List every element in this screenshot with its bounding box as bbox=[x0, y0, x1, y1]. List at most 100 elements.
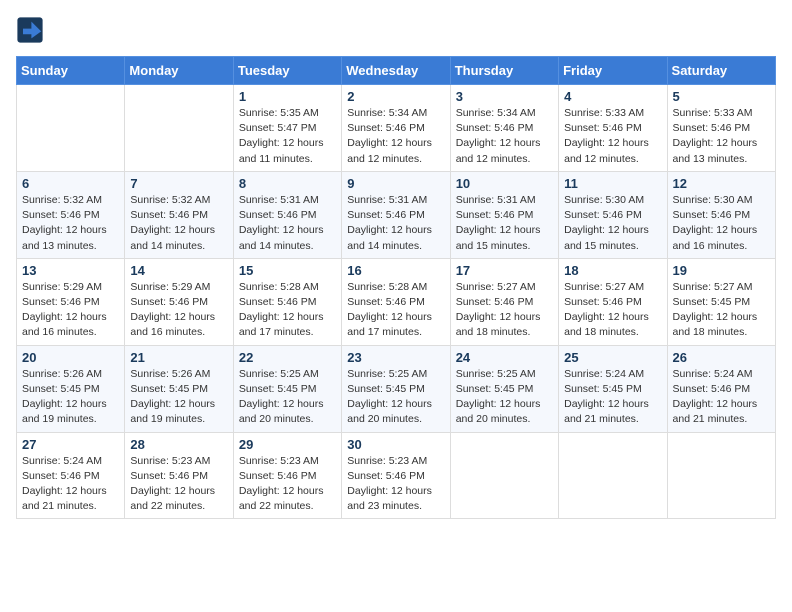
day-number: 22 bbox=[239, 350, 336, 365]
calendar-cell: 14Sunrise: 5:29 AM Sunset: 5:46 PM Dayli… bbox=[125, 258, 233, 345]
cell-info: Sunrise: 5:27 AM Sunset: 5:45 PM Dayligh… bbox=[673, 280, 770, 341]
day-number: 17 bbox=[456, 263, 553, 278]
calendar-cell: 29Sunrise: 5:23 AM Sunset: 5:46 PM Dayli… bbox=[233, 432, 341, 519]
header bbox=[16, 16, 776, 44]
calendar-cell: 27 Sunrise: 5:24 AM Sunset: 5:46 PM Dayli… bbox=[17, 432, 125, 519]
calendar-cell: 28 Sunrise: 5:23 AM Sunset: 5:46 PM Dayli… bbox=[125, 432, 233, 519]
calendar-cell: 11 Sunrise: 5:30 AM Sunset: 5:46 PM Dayli… bbox=[559, 171, 667, 258]
day-number: 5 bbox=[673, 89, 770, 104]
day-number: 6 bbox=[22, 176, 119, 191]
cell-info: Sunrise: 5:31 AM Sunset: 5:46 PM Dayligh… bbox=[239, 193, 336, 254]
day-number: 16 bbox=[347, 263, 444, 278]
cell-info: Sunrise: 5:24 AM Sunset: 5:46 PM Dayligh… bbox=[22, 454, 119, 515]
cell-info: Sunrise: 5:24 AM Sunset: 5:45 PM Dayligh… bbox=[564, 367, 661, 428]
calendar-cell: 20 Sunrise: 5:26 AM Sunset: 5:45 PM Dayli… bbox=[17, 345, 125, 432]
weekday-header-monday: Monday bbox=[125, 57, 233, 85]
week-row-1: 1 Sunrise: 5:35 AM Sunset: 5:47 PM Daylig… bbox=[17, 85, 776, 172]
calendar-cell bbox=[559, 432, 667, 519]
cell-info: Sunrise: 5:24 AM Sunset: 5:46 PM Dayligh… bbox=[673, 367, 770, 428]
day-number: 9 bbox=[347, 176, 444, 191]
cell-info: Sunrise: 5:25 AM Sunset: 5:45 PM Dayligh… bbox=[456, 367, 553, 428]
day-number: 19 bbox=[673, 263, 770, 278]
calendar: SundayMondayTuesdayWednesdayThursdayFrid… bbox=[16, 56, 776, 519]
calendar-cell: 26 Sunrise: 5:24 AM Sunset: 5:46 PM Dayli… bbox=[667, 345, 775, 432]
calendar-cell: 13 Sunrise: 5:29 AM Sunset: 5:46 PM Dayli… bbox=[17, 258, 125, 345]
cell-info: Sunrise: 5:34 AM Sunset: 5:46 PM Dayligh… bbox=[347, 106, 444, 167]
cell-info: Sunrise: 5:30 AM Sunset: 5:46 PM Dayligh… bbox=[673, 193, 770, 254]
calendar-cell: 6 Sunrise: 5:32 AM Sunset: 5:46 PM Daylig… bbox=[17, 171, 125, 258]
day-number: 11 bbox=[564, 176, 661, 191]
cell-info: Sunrise: 5:29 AM Sunset: 5:46 PM Dayligh… bbox=[130, 280, 227, 341]
weekday-header-friday: Friday bbox=[559, 57, 667, 85]
cell-info: Sunrise: 5:30 AM Sunset: 5:46 PM Dayligh… bbox=[564, 193, 661, 254]
cell-info: Sunrise: 5:32 AM Sunset: 5:46 PM Dayligh… bbox=[130, 193, 227, 254]
week-row-5: 27 Sunrise: 5:24 AM Sunset: 5:46 PM Dayli… bbox=[17, 432, 776, 519]
calendar-cell bbox=[17, 85, 125, 172]
cell-info: Sunrise: 5:34 AM Sunset: 5:46 PM Dayligh… bbox=[456, 106, 553, 167]
calendar-cell: 5 Sunrise: 5:33 AM Sunset: 5:46 PM Daylig… bbox=[667, 85, 775, 172]
day-number: 15 bbox=[239, 263, 336, 278]
weekday-header-sunday: Sunday bbox=[17, 57, 125, 85]
day-number: 24 bbox=[456, 350, 553, 365]
calendar-cell bbox=[667, 432, 775, 519]
calendar-cell: 19 Sunrise: 5:27 AM Sunset: 5:45 PM Dayli… bbox=[667, 258, 775, 345]
day-number: 8 bbox=[239, 176, 336, 191]
calendar-cell bbox=[450, 432, 558, 519]
logo-icon bbox=[16, 16, 44, 44]
day-number: 26 bbox=[673, 350, 770, 365]
week-row-3: 13 Sunrise: 5:29 AM Sunset: 5:46 PM Dayli… bbox=[17, 258, 776, 345]
day-number: 12 bbox=[673, 176, 770, 191]
cell-info: Sunrise: 5:27 AM Sunset: 5:46 PM Dayligh… bbox=[564, 280, 661, 341]
cell-info: Sunrise: 5:33 AM Sunset: 5:46 PM Dayligh… bbox=[564, 106, 661, 167]
calendar-cell: 10Sunrise: 5:31 AM Sunset: 5:46 PM Dayli… bbox=[450, 171, 558, 258]
calendar-cell: 30Sunrise: 5:23 AM Sunset: 5:46 PM Dayli… bbox=[342, 432, 450, 519]
day-number: 27 bbox=[22, 437, 119, 452]
cell-info: Sunrise: 5:29 AM Sunset: 5:46 PM Dayligh… bbox=[22, 280, 119, 341]
cell-info: Sunrise: 5:35 AM Sunset: 5:47 PM Dayligh… bbox=[239, 106, 336, 167]
cell-info: Sunrise: 5:28 AM Sunset: 5:46 PM Dayligh… bbox=[347, 280, 444, 341]
cell-info: Sunrise: 5:31 AM Sunset: 5:46 PM Dayligh… bbox=[347, 193, 444, 254]
cell-info: Sunrise: 5:25 AM Sunset: 5:45 PM Dayligh… bbox=[239, 367, 336, 428]
calendar-cell: 17 Sunrise: 5:27 AM Sunset: 5:46 PM Dayli… bbox=[450, 258, 558, 345]
day-number: 20 bbox=[22, 350, 119, 365]
cell-info: Sunrise: 5:25 AM Sunset: 5:45 PM Dayligh… bbox=[347, 367, 444, 428]
cell-info: Sunrise: 5:33 AM Sunset: 5:46 PM Dayligh… bbox=[673, 106, 770, 167]
day-number: 28 bbox=[130, 437, 227, 452]
weekday-header-row: SundayMondayTuesdayWednesdayThursdayFrid… bbox=[17, 57, 776, 85]
day-number: 18 bbox=[564, 263, 661, 278]
weekday-header-thursday: Thursday bbox=[450, 57, 558, 85]
day-number: 29 bbox=[239, 437, 336, 452]
calendar-cell: 8 Sunrise: 5:31 AM Sunset: 5:46 PM Daylig… bbox=[233, 171, 341, 258]
cell-info: Sunrise: 5:26 AM Sunset: 5:45 PM Dayligh… bbox=[22, 367, 119, 428]
cell-info: Sunrise: 5:23 AM Sunset: 5:46 PM Dayligh… bbox=[130, 454, 227, 515]
day-number: 1 bbox=[239, 89, 336, 104]
calendar-cell: 9 Sunrise: 5:31 AM Sunset: 5:46 PM Daylig… bbox=[342, 171, 450, 258]
day-number: 7 bbox=[130, 176, 227, 191]
weekday-header-saturday: Saturday bbox=[667, 57, 775, 85]
calendar-cell: 23 Sunrise: 5:25 AM Sunset: 5:45 PM Dayli… bbox=[342, 345, 450, 432]
weekday-header-tuesday: Tuesday bbox=[233, 57, 341, 85]
day-number: 25 bbox=[564, 350, 661, 365]
calendar-cell: 18 Sunrise: 5:27 AM Sunset: 5:46 PM Dayli… bbox=[559, 258, 667, 345]
day-number: 13 bbox=[22, 263, 119, 278]
cell-info: Sunrise: 5:27 AM Sunset: 5:46 PM Dayligh… bbox=[456, 280, 553, 341]
cell-info: Sunrise: 5:31 AM Sunset: 5:46 PM Dayligh… bbox=[456, 193, 553, 254]
weekday-header-wednesday: Wednesday bbox=[342, 57, 450, 85]
cell-info: Sunrise: 5:23 AM Sunset: 5:46 PM Dayligh… bbox=[347, 454, 444, 515]
calendar-cell: 3 Sunrise: 5:34 AM Sunset: 5:46 PM Daylig… bbox=[450, 85, 558, 172]
calendar-cell: 15Sunrise: 5:28 AM Sunset: 5:46 PM Dayli… bbox=[233, 258, 341, 345]
cell-info: Sunrise: 5:32 AM Sunset: 5:46 PM Dayligh… bbox=[22, 193, 119, 254]
calendar-cell: 24 Sunrise: 5:25 AM Sunset: 5:45 PM Dayli… bbox=[450, 345, 558, 432]
day-number: 4 bbox=[564, 89, 661, 104]
calendar-cell: 1 Sunrise: 5:35 AM Sunset: 5:47 PM Daylig… bbox=[233, 85, 341, 172]
calendar-cell: 12 Sunrise: 5:30 AM Sunset: 5:46 PM Dayli… bbox=[667, 171, 775, 258]
day-number: 21 bbox=[130, 350, 227, 365]
day-number: 23 bbox=[347, 350, 444, 365]
calendar-cell: 25 Sunrise: 5:24 AM Sunset: 5:45 PM Dayli… bbox=[559, 345, 667, 432]
day-number: 3 bbox=[456, 89, 553, 104]
calendar-cell bbox=[125, 85, 233, 172]
calendar-cell: 7 Sunrise: 5:32 AM Sunset: 5:46 PM Daylig… bbox=[125, 171, 233, 258]
week-row-2: 6 Sunrise: 5:32 AM Sunset: 5:46 PM Daylig… bbox=[17, 171, 776, 258]
cell-info: Sunrise: 5:26 AM Sunset: 5:45 PM Dayligh… bbox=[130, 367, 227, 428]
calendar-cell: 16 Sunrise: 5:28 AM Sunset: 5:46 PM Dayli… bbox=[342, 258, 450, 345]
